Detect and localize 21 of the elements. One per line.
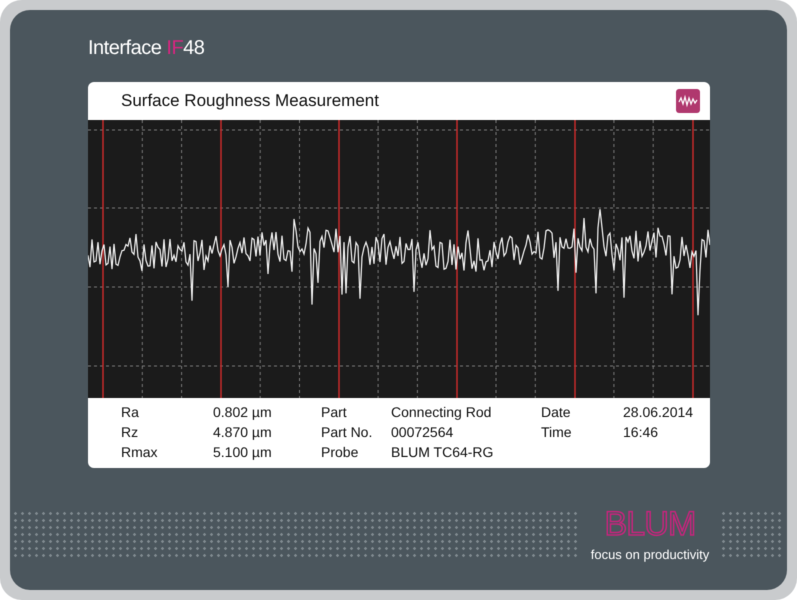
field-value: 5.100 µm (213, 443, 272, 462)
field-label: Probe (321, 443, 358, 462)
field-label: Ra (121, 403, 139, 422)
brand-tagline: focus on productivity (590, 546, 710, 564)
waveform-icon (676, 89, 700, 113)
field-value: Connecting Rod (391, 403, 492, 422)
screen-title: Surface Roughness Measurement (121, 90, 379, 112)
field-label: Time (541, 423, 572, 442)
field-value: 28.06.2014 (623, 403, 694, 422)
field-label: Date (541, 403, 571, 422)
field-label: Part (321, 403, 347, 422)
field-value: 0.802 µm (213, 403, 272, 422)
field-value: BLUM TC64-RG (391, 443, 494, 462)
field-value: 00072564 (391, 423, 454, 442)
field-label: Part No. (321, 423, 372, 442)
device-label: Interface IF48 (88, 36, 204, 60)
field-label: Rz (121, 423, 138, 442)
field-label: Rmax (121, 443, 158, 462)
brand-logo: BLUM (604, 506, 696, 542)
field-value: 16:46 (623, 423, 658, 442)
field-value: 4.870 µm (213, 423, 272, 442)
